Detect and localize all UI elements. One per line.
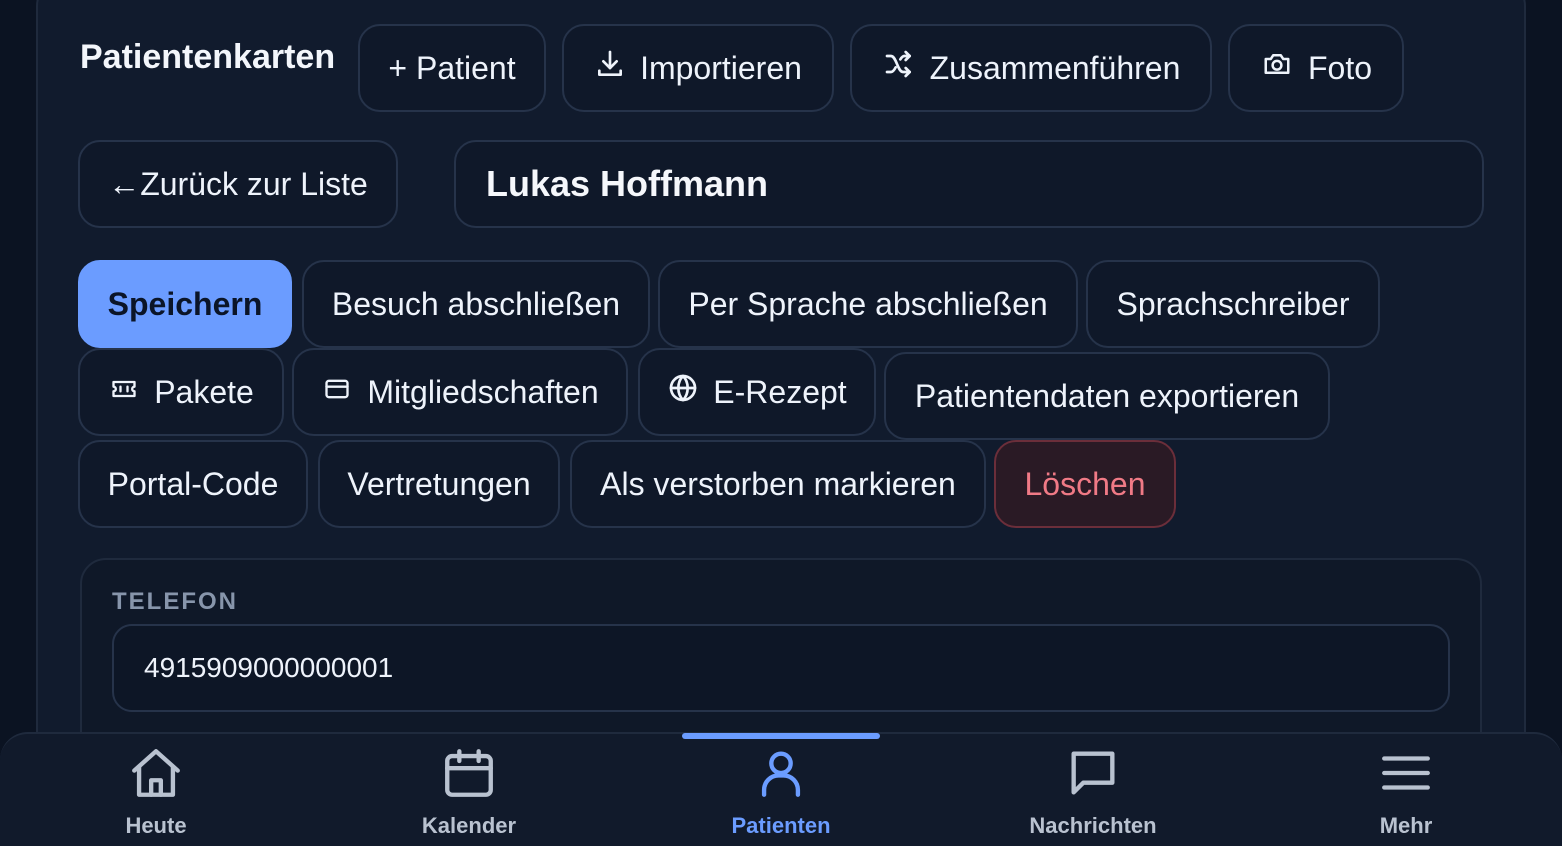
close-by-voice-label: Per Sprache abschließen xyxy=(688,285,1048,322)
nav-item-heute[interactable]: Heute xyxy=(56,744,256,844)
nav-item-kalender[interactable]: Kalender xyxy=(369,744,569,844)
mark-deceased-label: Als verstorben markieren xyxy=(600,465,956,502)
ticket-icon xyxy=(108,374,140,411)
add-patient-button[interactable]: + Patient xyxy=(358,24,546,112)
nav-item-mehr[interactable]: Mehr xyxy=(1306,744,1506,844)
patient-name-input[interactable]: Lukas Hoffmann xyxy=(454,140,1484,228)
memberships-label: Mitgliedschaften xyxy=(367,373,599,410)
import-label: Importieren xyxy=(640,49,802,86)
page: Patientenkarten + Patient Importieren Zu… xyxy=(0,0,1562,846)
nav-label: Nachrichten xyxy=(1029,813,1157,838)
photo-button[interactable]: Foto xyxy=(1228,24,1404,112)
download-icon xyxy=(594,48,626,88)
close-by-voice-button[interactable]: Per Sprache abschließen xyxy=(658,260,1078,348)
active-tab-indicator xyxy=(682,733,880,739)
message-icon xyxy=(1064,744,1122,807)
nav-label: Mehr xyxy=(1379,813,1433,838)
save-label: Speichern xyxy=(107,285,263,322)
erezept-label: E-Rezept xyxy=(713,373,847,410)
shuffle-icon xyxy=(882,48,916,88)
nav-item-patienten[interactable]: Patienten xyxy=(681,744,881,844)
delete-button[interactable]: Löschen xyxy=(994,440,1176,528)
user-icon xyxy=(752,744,810,807)
substitutions-button[interactable]: Vertretungen xyxy=(318,440,560,528)
save-button[interactable]: Speichern xyxy=(78,260,292,348)
nav-label: Kalender xyxy=(421,813,517,838)
nav-label: Heute xyxy=(125,813,187,838)
voice-writer-button[interactable]: Sprachschreiber xyxy=(1086,260,1380,348)
mark-deceased-button[interactable]: Als verstorben markieren xyxy=(570,440,986,528)
portal-code-label: Portal-Code xyxy=(107,465,279,502)
phone-input[interactable]: 4915909000000001 xyxy=(112,624,1450,712)
home-icon xyxy=(127,744,185,807)
voice-writer-label: Sprachschreiber xyxy=(1116,285,1350,322)
globe-icon xyxy=(667,372,699,412)
delete-label: Löschen xyxy=(1024,465,1146,502)
merge-label: Zusammenführen xyxy=(929,49,1181,86)
memberships-button[interactable]: Mitgliedschaften xyxy=(292,348,628,436)
packages-label: Pakete xyxy=(154,373,254,410)
photo-label: Foto xyxy=(1307,49,1373,86)
portal-code-button[interactable]: Portal-Code xyxy=(78,440,308,528)
nav-item-nachrichten[interactable]: Nachrichten xyxy=(993,744,1193,844)
back-to-list-label: ←Zurück zur Liste xyxy=(108,165,368,202)
erezept-button[interactable]: E-Rezept xyxy=(638,348,876,436)
page-title: Patientenkarten xyxy=(80,38,336,76)
export-data-button[interactable]: Patientendaten exportieren xyxy=(884,352,1330,440)
packages-button[interactable]: Pakete xyxy=(78,348,284,436)
menu-icon xyxy=(1377,744,1435,807)
nav-label: Patienten xyxy=(731,813,831,838)
import-button[interactable]: Importieren xyxy=(562,24,834,112)
phone-label: TELEFON xyxy=(112,588,238,615)
camera-icon xyxy=(1260,49,1294,87)
export-data-label: Patientendaten exportieren xyxy=(914,377,1300,414)
add-patient-label: + Patient xyxy=(388,49,516,86)
close-visit-label: Besuch abschließen xyxy=(331,285,621,322)
credit-card-icon xyxy=(321,374,353,411)
substitutions-label: Vertretungen xyxy=(347,465,531,502)
close-visit-button[interactable]: Besuch abschließen xyxy=(302,260,650,348)
merge-button[interactable]: Zusammenführen xyxy=(850,24,1212,112)
back-to-list-button[interactable]: ←Zurück zur Liste xyxy=(78,140,398,228)
calendar-icon xyxy=(440,744,498,807)
